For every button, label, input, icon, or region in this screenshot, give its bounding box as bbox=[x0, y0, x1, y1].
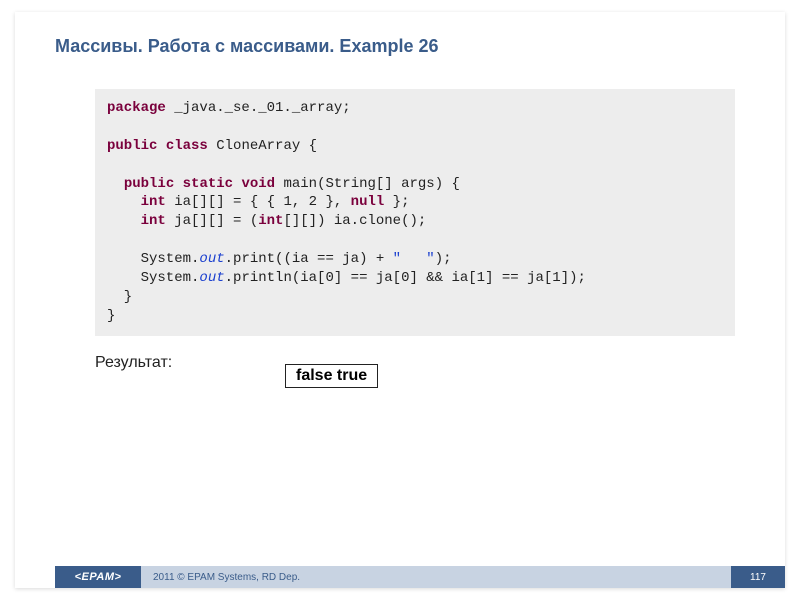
code-text: main(String[] args) { bbox=[275, 176, 460, 192]
code-text: .print((ia == ja) + bbox=[225, 251, 393, 267]
class-name: CloneArray { bbox=[208, 138, 317, 154]
kw-null: null bbox=[351, 194, 385, 210]
code-text: ia[][] = { { 1, 2 }, bbox=[166, 194, 351, 210]
kw-int: int bbox=[258, 213, 283, 229]
kw-class: class bbox=[166, 138, 208, 154]
footer-spacer bbox=[15, 566, 55, 588]
code-text: ja[][] = ( bbox=[166, 213, 258, 229]
kw-int: int bbox=[141, 194, 166, 210]
epam-logo: <EPAM> bbox=[55, 566, 141, 588]
string-literal: " " bbox=[393, 251, 435, 267]
code-text: .println(ia[0] == ja[0] && ia[1] == ja[1… bbox=[225, 270, 586, 286]
code-text: [][]) ia.clone(); bbox=[283, 213, 426, 229]
field-out: out bbox=[199, 251, 224, 267]
page-number: 117 bbox=[731, 566, 785, 588]
footer: <EPAM> 2011 © EPAM Systems, RD Dep. 117 bbox=[15, 566, 785, 588]
code-text: } bbox=[107, 308, 115, 324]
code-text: } bbox=[107, 289, 132, 305]
code-text: System. bbox=[107, 270, 199, 286]
code-text: ); bbox=[435, 251, 452, 267]
code-text: _java._se._01._array; bbox=[166, 100, 351, 116]
kw-int: int bbox=[141, 213, 166, 229]
slide: Массивы. Работа с массивами. Example 26 … bbox=[15, 12, 785, 588]
kw-void: void bbox=[241, 176, 275, 192]
kw-public: public bbox=[107, 138, 157, 154]
kw-static: static bbox=[183, 176, 233, 192]
slide-title: Массивы. Работа с массивами. Example 26 bbox=[15, 12, 785, 65]
field-out: out bbox=[199, 270, 224, 286]
code-text: System. bbox=[107, 251, 199, 267]
code-text: }; bbox=[384, 194, 409, 210]
kw-public: public bbox=[124, 176, 174, 192]
kw-package: package bbox=[107, 100, 166, 116]
result-output: false true bbox=[285, 364, 378, 388]
footer-copyright: 2011 © EPAM Systems, RD Dep. bbox=[141, 566, 731, 588]
result-label: Результат: bbox=[95, 354, 785, 372]
code-block: package _java._se._01._array; public cla… bbox=[95, 89, 735, 336]
